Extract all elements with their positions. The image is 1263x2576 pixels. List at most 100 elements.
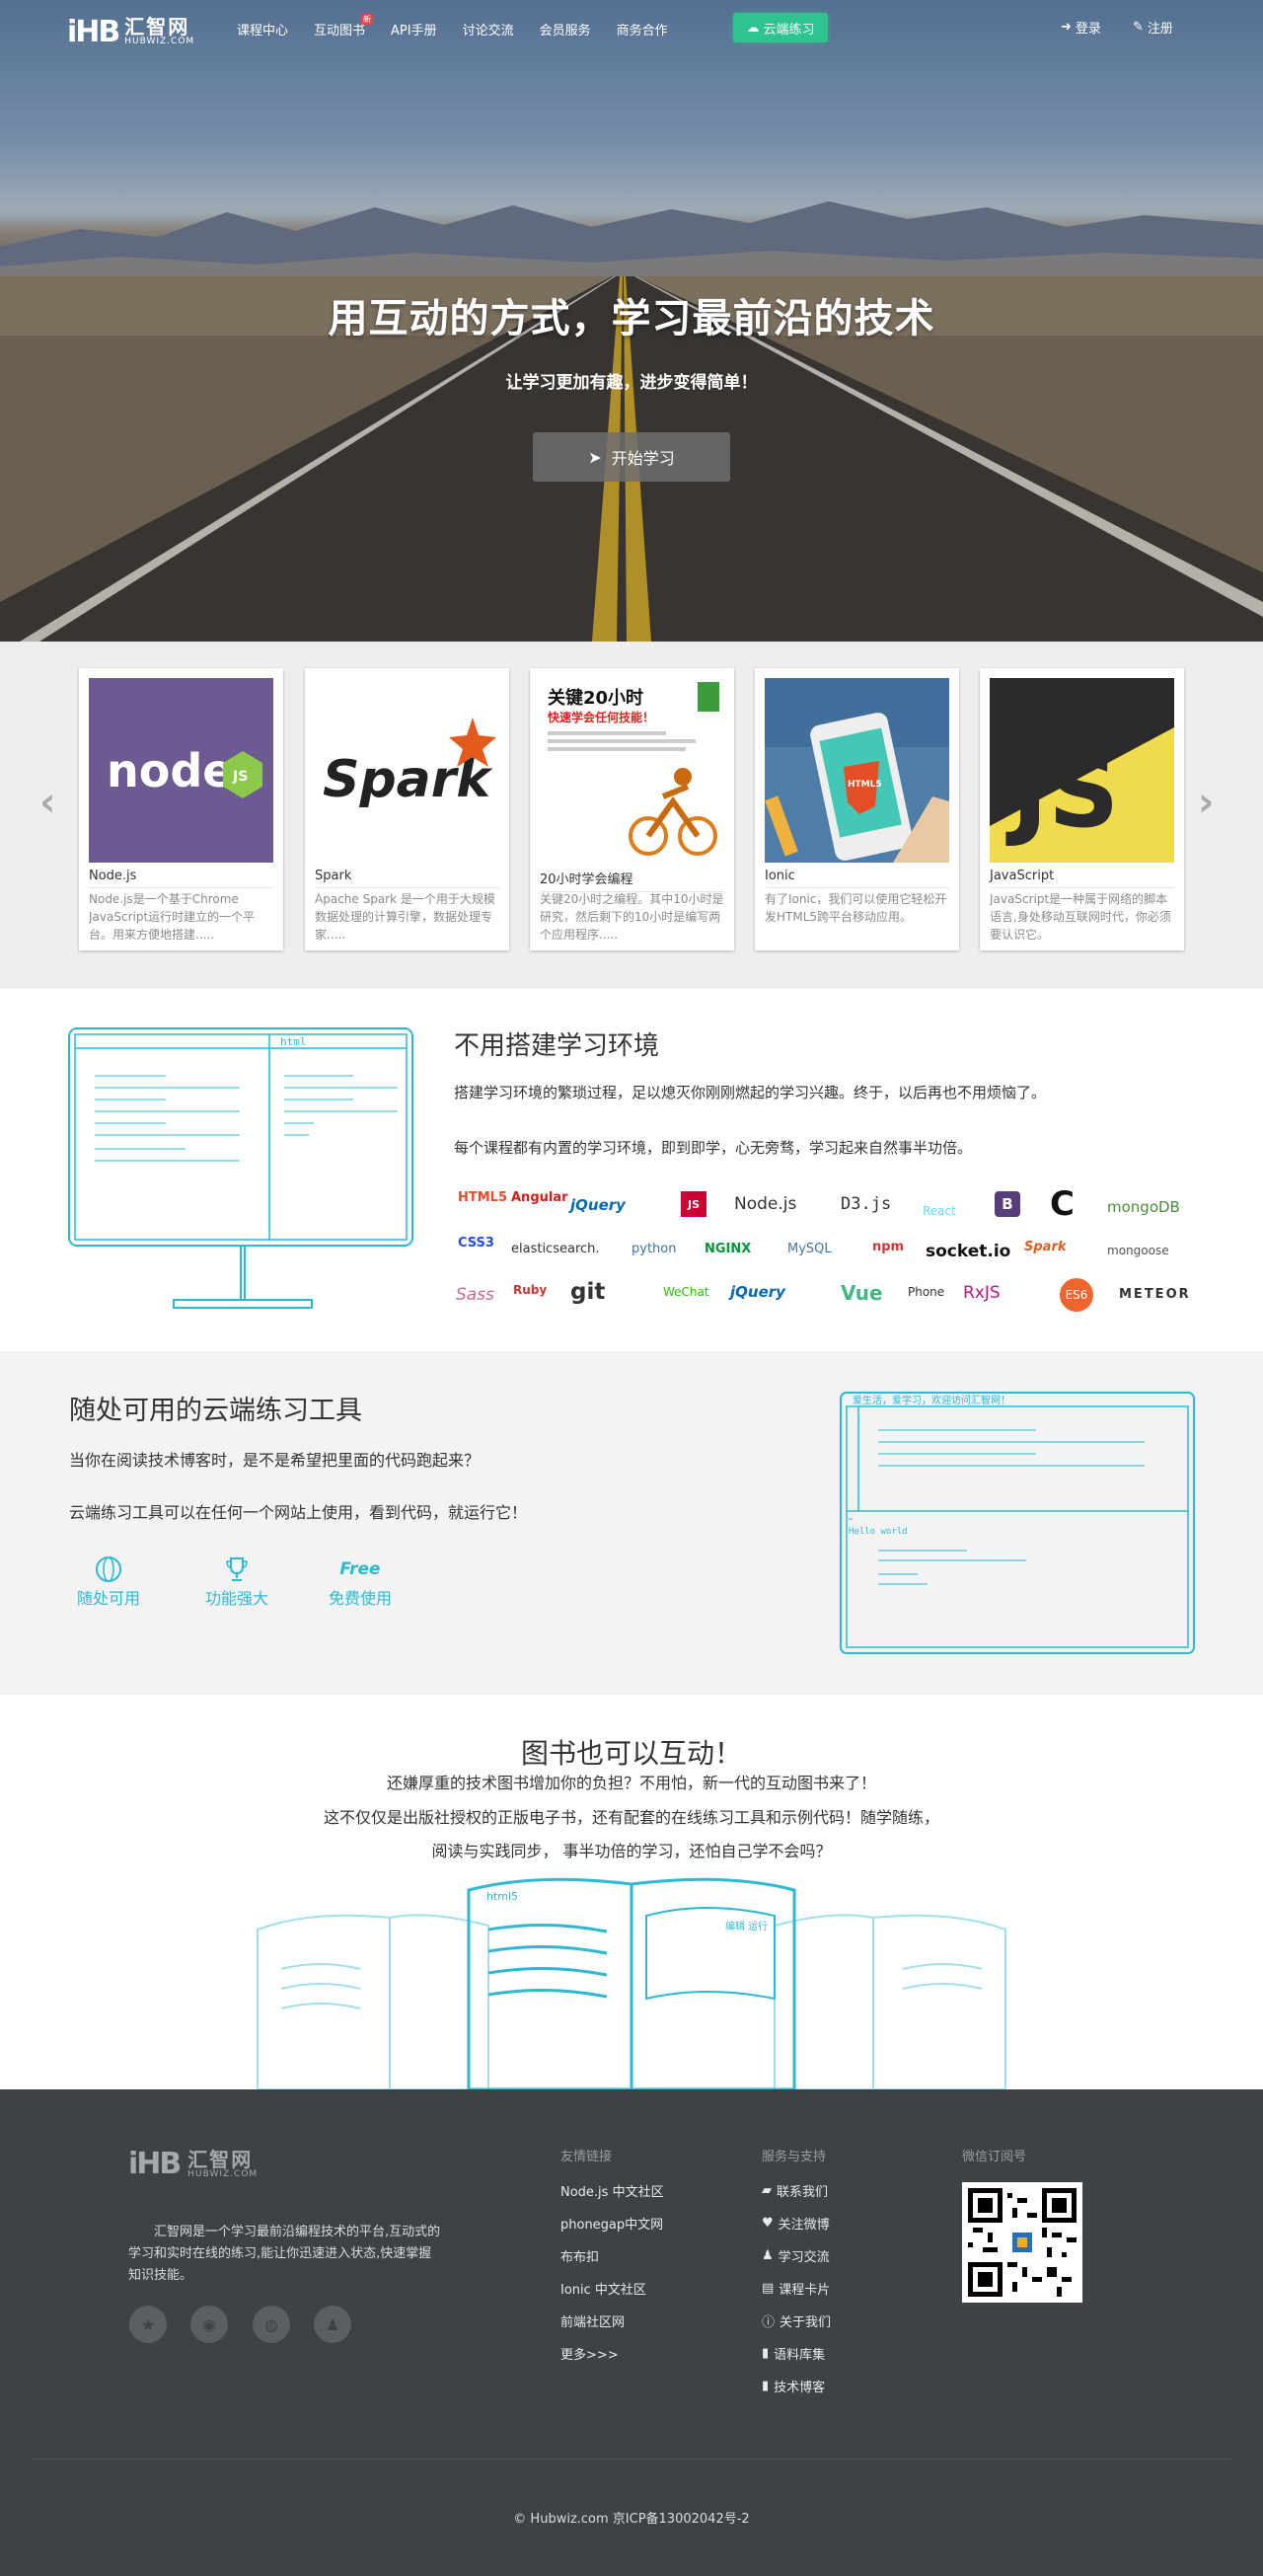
section-text: 每个课程都有内置的学习环境，即到即学，心无旁骛，学习起来自然事半功倍。 [454,1139,973,1157]
community-link[interactable]: ♟ 学习交流 [762,2245,831,2265]
svg-text:JS: JS [232,769,248,785]
start-learning-button[interactable]: ➤ 开始学习 [533,432,730,482]
book-20h-thumbnail: 关键20小时 快速学会任何技能！ [540,678,724,863]
carousel-prev-arrow[interactable]: ‹ [39,780,55,825]
weibo-link[interactable]: ♥ 关注微博 [762,2213,831,2233]
footer-logo[interactable]: iHB 汇智网 HUBWIZ.COM [128,2147,258,2181]
open-books-illustration: html5 编辑 运行 [257,1877,1006,2089]
carousel-next-arrow[interactable]: › [1198,780,1214,825]
weibo-icon[interactable]: ◉ [190,2306,228,2343]
course-card[interactable]: Spark Spark Apache Spark 是一个用于大规模数据处理的计算… [305,668,509,950]
course-card-link[interactable]: ▤ 课程卡片 [762,2278,831,2298]
react-icon: React [923,1204,956,1218]
login-link[interactable]: ➜ 登录 [1061,18,1101,37]
free-icon: Free [339,1559,381,1579]
book-edit-label: 编辑 运行 [725,1920,768,1932]
d3-icon: D3.js [841,1194,892,1214]
file-icon: ▮ [762,2378,770,2393]
section-text: 阅读与实践同步， 事半功倍的学习，还怕自己学不会吗？ [431,1842,832,1860]
course-desc: JavaScript是一种属于网络的脚本语言,身处移动互联网时代，你必须要认识它… [990,892,1171,942]
nav-item-discuss[interactable]: 讨论交流 [463,18,514,40]
corpus-link[interactable]: ▮ 语料库集 [762,2343,831,2363]
monitor-illustration: html [68,1027,413,1309]
cloud-icon: ☁ [746,20,760,36]
course-desc: Apache Spark 是一个用于大规模数据处理的计算引擎，数据处理专家...… [315,892,495,942]
mysql-icon: MySQL [787,1242,832,1256]
login-icon: ➜ [1061,20,1072,35]
section-text: 当你在阅读技术博客时，是不是希望把里面的代码跑起来？ [69,1451,481,1470]
friend-link[interactable]: 布布扣 [560,2245,664,2265]
course-title: JavaScript [990,869,1174,888]
nav-item-courses[interactable]: 课程中心 [237,18,288,40]
git-icon: git [570,1279,606,1305]
nav-item-business[interactable]: 商务合作 [617,18,668,40]
user-icon[interactable]: ♟ [314,2306,351,2343]
wechat-icon[interactable]: ◍ [253,2306,290,2343]
support-title: 服务与支持 [762,2150,827,2164]
bootstrap-icon: B [995,1191,1020,1217]
meteor-icon: METEOR [1119,1287,1191,1302]
feature-powerful: 功能强大 [187,1553,286,1609]
blog-link[interactable]: ▮ 技术博客 [762,2376,831,2395]
book-sub-text: 快速学会任何技能！ [548,710,654,724]
course-title: Ionic [765,869,949,888]
more-links[interactable]: 更多>>> [560,2343,664,2363]
logo-en: HUBWIZ.COM [124,37,195,46]
book-html5-label: html5 [486,1890,518,1903]
friend-link[interactable]: Node.js 中文社区 [560,2180,664,2200]
hero-title: 用互动的方式，学习最前沿的技术 [328,296,935,341]
feature-anywhere: 随处可用 [59,1553,158,1609]
nginx-icon: NGINX [705,1242,752,1256]
jquery-icon: jQuery [730,1283,785,1301]
user-icon: ♟ [762,2247,774,2263]
footer-divider [30,2459,1233,2460]
ionic-thumbnail: HTML5 [765,678,949,863]
javascript-thumbnail: JS [990,678,1174,863]
friend-link[interactable]: Ionic 中文社区 [560,2278,664,2298]
section-text: 云端练习工具可以在任何一个网站上使用，看到代码，就运行它！ [69,1503,528,1522]
register-link[interactable]: ✎ 注册 [1133,18,1173,37]
course-card[interactable]: 关键20小时 快速学会任何技能！ 20小时学会编程 关键20小时之编程。其中10… [530,668,734,950]
interactive-books-section: 图书也可以互动！ 还嫌厚重的技术图书增加你的负担？不用怕，新一代的互动图书来了！… [0,1695,1263,2089]
trophy-icon [187,1553,286,1585]
comment-icon: ▰ [762,2182,772,2198]
python-icon: python [632,1242,677,1256]
monitor-html-label: html [280,1035,307,1048]
site-logo[interactable]: iHB 汇智网 HUBWIZ.COM [67,12,215,51]
top-navbar: iHB 汇智网 HUBWIZ.COM 课程中心 互动图书新 API手册 讨论交流… [0,0,1263,57]
logo-cn: 汇智网 [124,15,190,38]
nav-item-books[interactable]: 互动图书新 [314,14,374,40]
logo-mark: iHB [67,14,120,49]
spark-icon: Spark [1024,1240,1067,1254]
friend-link[interactable]: phonegap中文网 [560,2213,664,2233]
section-title: 图书也可以互动！ [520,1737,742,1770]
file-icon: ▮ [762,2345,770,2361]
course-card[interactable]: node JS Node.js Node.js是一个基于Chrome JavaS… [79,668,283,950]
nav-menu: 课程中心 互动图书新 API手册 讨论交流 会员服务 商务合作 [237,14,694,40]
nav-item-api[interactable]: API手册 [391,18,437,40]
support-links: ▰ 联系我们 ♥ 关注微博 ♟ 学习交流 ▤ 课程卡片 ⓘ 关于我们 ▮ 语料库集 ▮ 技术博… [762,2180,831,2395]
course-card[interactable]: HTML5 Ionic 有了Ionic，我们可以使用它轻松开发HTML5跨平台移… [755,668,959,950]
no-setup-section: html 不用搭建学习环境 搭建学习环境的繁琐过程，足以熄灭你刚刚燃起的学习兴趣… [0,989,1263,1351]
footer-logo-mark: iHB [128,2147,182,2181]
course-card[interactable]: JS JavaScript JavaScript是一种属于网络的脚本语言,身处移… [980,668,1184,950]
course-title: Spark [315,869,499,888]
window-output-text: Hello world [849,1527,908,1537]
wechat-qr-code [962,2182,1082,2303]
jquery-icon: jQuery [570,1196,626,1214]
footer-intro: 汇智网是一个学习最前沿编程技术的平台,互动式的学习和实时在线的练习,能让你迅速进… [128,2225,441,2283]
section-text: 这不仅仅是出版社授权的正版电子书，还有配套的在线练习工具和示例代码！随学随练， [323,1808,939,1827]
star-icon[interactable]: ★ [129,2306,167,2343]
node-logo-text: node [107,744,233,797]
copyright-text: © Hubwiz.com 京ICP备13002042号-2 [513,2512,750,2527]
css3-icon: CSS3 [458,1236,494,1250]
cloud-tool-section: 随处可用的云端练习工具 当你在阅读技术博客时，是不是希望把里面的代码跑起来？ 云… [0,1351,1263,1695]
info-icon: ⓘ [762,2314,776,2330]
nav-item-membership[interactable]: 会员服务 [540,18,591,40]
contact-link[interactable]: ▰ 联系我们 [762,2180,831,2200]
footer-logo-en: HUBWIZ.COM [187,2168,259,2179]
friend-link[interactable]: 前端社区网 [560,2311,664,2330]
cloud-practice-button[interactable]: ☁ 云端练习 [733,13,828,42]
about-link[interactable]: ⓘ 关于我们 [762,2311,831,2330]
card-icon: ▤ [762,2280,775,2296]
